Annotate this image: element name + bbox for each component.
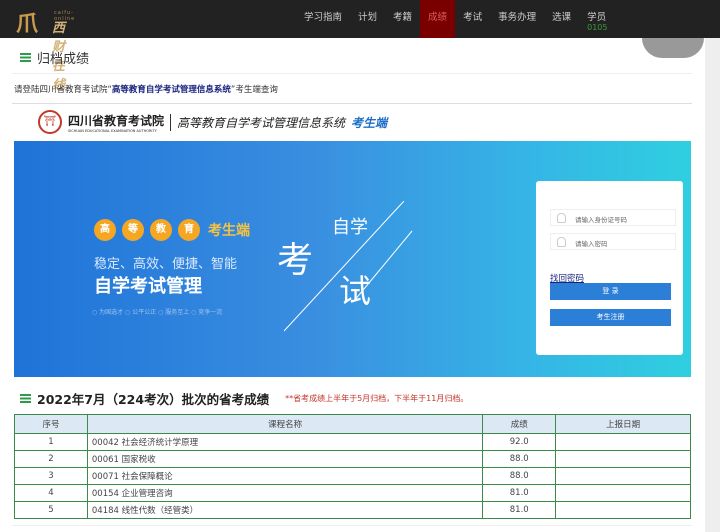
top-nav: 爪 caifu-online 西财在线 学习指南 计划 考籍 成绩 考试 事务办理 选课 学员… <box>0 0 720 93</box>
circle-char: 等 <box>122 219 144 241</box>
table-row: 1 00042 社会经济统计学原理 92.0 <box>14 433 691 451</box>
table-header: 序号 课程名称 成绩 上报日期 <box>14 414 691 434</box>
score: 81.0 <box>482 501 557 519</box>
table-row: 4 00154 企业管理咨询 81.0 <box>14 484 691 502</box>
divider <box>12 103 692 104</box>
nav-menu: 学习指南 计划 考籍 成绩 考试 事务办理 选课 学员 0105 <box>296 0 615 38</box>
circle-suffix: 考生端 <box>208 223 250 239</box>
score: 88.0 <box>482 467 557 485</box>
lock-icon <box>557 237 566 247</box>
user-icon <box>557 213 566 223</box>
column-header: 上报日期 <box>555 414 691 434</box>
password-placeholder: 请输入密码 <box>575 240 608 248</box>
nav-item-label: 选课 <box>552 12 572 23</box>
scrollbar[interactable] <box>705 38 720 532</box>
login-panel: 请输入身份证号码 请输入密码 找回密码 登 录 考生注册 <box>536 181 683 355</box>
row-index: 4 <box>14 484 88 502</box>
report-date <box>555 484 691 502</box>
headline: 自学考试管理 <box>94 276 202 297</box>
nav-item[interactable]: 考试 <box>455 0 490 38</box>
org-name: 四川省教育考试院 SICHUAN EDUCATIONAL EXAMINATION … <box>68 112 164 133</box>
row-index: 5 <box>14 501 88 519</box>
nav-item[interactable]: 成绩 <box>420 0 456 38</box>
circle-char: 育 <box>178 219 200 241</box>
course-name: 00071 社会保障概论 <box>86 467 484 485</box>
scores-title: 2022年7月（224考次）批次的省考成绩 **省考成绩上半年于5月归档，下半年于… <box>20 389 468 408</box>
scores-title-text: 2022年7月（224考次）批次的省考成绩 <box>37 392 270 407</box>
decor-lines <box>284 201 413 332</box>
score: 81.0 <box>482 484 557 502</box>
org-en: SICHUAN EDUCATIONAL EXAMINATION AUTHORIT… <box>68 128 157 133</box>
notice: 请登陆四川省教育考试院“高等教育自学考试管理信息系统”考生端查询 <box>14 83 278 95</box>
divider <box>12 73 692 74</box>
id-number-input[interactable]: 请输入身份证号码 <box>550 209 676 226</box>
column-header: 成绩 <box>482 414 557 434</box>
seal-icon: ⛩ <box>38 110 62 134</box>
login-button[interactable]: 登 录 <box>550 283 671 300</box>
nav-item[interactable]: 计划 <box>350 0 385 38</box>
table-row: 5 04184 线性代数（经管类） 81.0 <box>14 501 691 519</box>
nav-item[interactable]: 选课 <box>544 0 579 38</box>
report-date <box>555 433 691 451</box>
notice-suffix: ”考生端查询 <box>230 85 278 95</box>
nav-item[interactable]: 学习指南 <box>296 0 350 38</box>
password-input[interactable]: 请输入密码 <box>550 233 676 250</box>
divider <box>12 525 692 526</box>
scores-table: 序号 课程名称 成绩 上报日期 1 00042 社会经济统计学原理 92.0 2 00061 … <box>14 414 691 519</box>
nav-item-label: 学员 <box>587 12 607 23</box>
list-icon <box>20 53 31 62</box>
report-date <box>555 501 691 519</box>
course-name: 04184 线性代数（经管类） <box>86 501 484 519</box>
page-title-text: 归档成绩 <box>37 52 90 67</box>
notice-prefix: 请登陆四川省教育考试院“ <box>14 85 112 95</box>
client-label: 考生端 <box>351 115 388 130</box>
course-name: 00042 社会经济统计学原理 <box>86 433 484 451</box>
system-text: 高等教育自学考试管理信息系统 <box>177 115 346 130</box>
nav-item-label: 考籍 <box>393 12 413 23</box>
circle-char: 教 <box>150 219 172 241</box>
report-date <box>555 450 691 468</box>
circle-row: 高等教育考生端 <box>94 219 250 241</box>
page-title: 归档成绩 <box>20 48 89 67</box>
column-header: 序号 <box>14 414 88 434</box>
nav-item-label: 计划 <box>358 12 378 23</box>
course-name: 00154 企业管理咨询 <box>86 484 484 502</box>
slogan: 稳定、高效、便捷、智能 <box>94 257 238 272</box>
row-index: 3 <box>14 467 88 485</box>
report-date <box>555 467 691 485</box>
score: 88.0 <box>482 450 557 468</box>
overlay-shape <box>642 38 704 58</box>
course-name: 00061 国家税收 <box>86 450 484 468</box>
nav-item[interactable]: 学员 0105 <box>579 0 615 38</box>
nav-item-label: 事务办理 <box>498 12 537 23</box>
system-title: 高等教育自学考试管理信息系统 考生端 <box>170 113 388 131</box>
user-id: 0105 <box>587 23 608 32</box>
nav-item-label: 考试 <box>463 12 483 23</box>
column-header: 课程名称 <box>86 414 484 434</box>
logo-mark-icon: 爪 <box>16 12 39 37</box>
id-placeholder: 请输入身份证号码 <box>575 216 627 224</box>
row-index: 2 <box>14 450 88 468</box>
nav-item[interactable]: 考籍 <box>385 0 420 38</box>
table-row: 3 00071 社会保障概论 88.0 <box>14 467 691 485</box>
nav-item[interactable]: 事务办理 <box>490 0 544 38</box>
org-cn: 四川省教育考试院 <box>68 113 165 128</box>
register-button[interactable]: 考生注册 <box>550 309 671 326</box>
system-name-link[interactable]: 高等教育自学考试管理信息系统 <box>112 85 231 95</box>
list-icon <box>20 394 31 403</box>
table-row: 2 00061 国家税收 88.0 <box>14 450 691 468</box>
archive-note: **省考成绩上半年于5月归档，下半年于11月归档。 <box>285 394 469 403</box>
nav-item-label: 学习指南 <box>304 12 343 23</box>
circle-char: 高 <box>94 219 116 241</box>
row-index: 1 <box>14 433 88 451</box>
nav-item-label: 成绩 <box>428 12 448 23</box>
banner-header: ⛩ 四川省教育考试院 SICHUAN EDUCATIONAL EXAMINATIO… <box>38 110 387 134</box>
score: 92.0 <box>482 433 557 451</box>
tags: ○ 为国选才 ○ 公平公正 ○ 服务至上 ○ 竞争一流 <box>92 309 223 316</box>
